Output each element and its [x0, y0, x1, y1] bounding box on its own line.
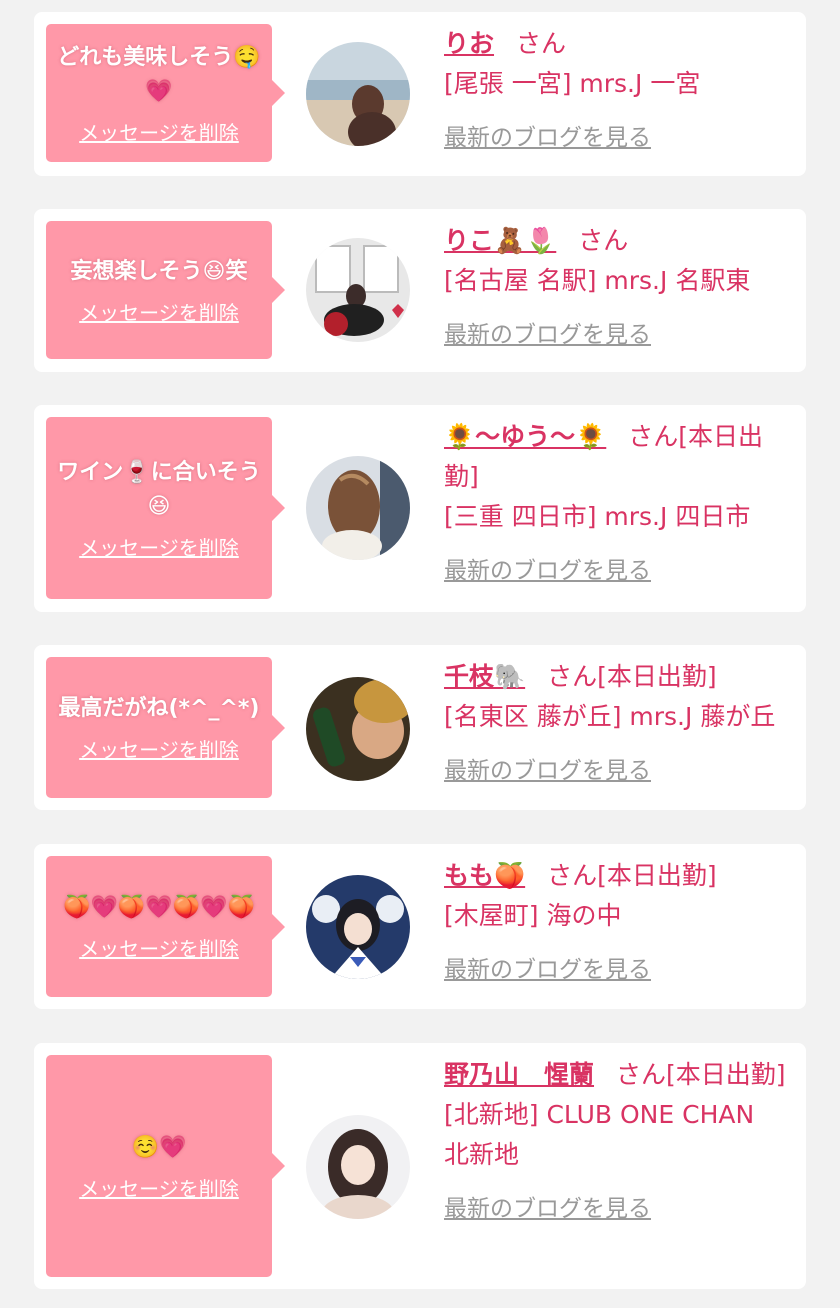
honorific: さん[本日出勤] — [547, 662, 717, 691]
favorite-card: 🍑💗🍑💗🍑💗🍑 メッセージを削除 もも🍑 さん[本日出勤] [木屋町] 海の中 最… — [34, 844, 806, 1009]
store-text: [名古屋 名駅] mrs.J 名駅東 — [444, 266, 751, 295]
avatar-photo — [306, 875, 410, 979]
message-bubble: 最高だがね(*^_^*) メッセージを削除 — [46, 657, 285, 798]
favorite-list: どれも美味しそう🤤💗 メッセージを削除 りお さん [尾張 一宮] mrs.J 一… — [0, 0, 840, 1308]
honorific: さん — [578, 226, 629, 255]
message-bubble: ☺️💗 メッセージを削除 — [46, 1055, 285, 1277]
cast-name-link[interactable]: 🌻〜ゆう〜🌻 — [444, 422, 606, 451]
cast-name-link[interactable]: 野乃山 惺蘭 — [444, 1060, 594, 1089]
cast-info: 野乃山 惺蘭 さん[本日出勤] [北新地] CLUB ONE CHAN 北新地 最… — [444, 1055, 794, 1223]
store-text: [木屋町] 海の中 — [444, 901, 622, 930]
cast-info: りこ🧸🌷 さん [名古屋 名駅] mrs.J 名駅東 最新のブログを見る — [444, 221, 794, 349]
message-text: 妄想楽しそう😆笑 — [70, 258, 248, 284]
message-text: ☺️💗 — [131, 1134, 187, 1160]
avatar[interactable] — [306, 456, 410, 560]
message-text: 最高だがね(*^_^*) — [58, 696, 260, 721]
latest-blog-link[interactable]: 最新のブログを見る — [444, 315, 651, 349]
avatar[interactable] — [306, 677, 410, 781]
message-text: 🍑💗🍑💗🍑💗🍑 — [63, 895, 255, 920]
message-bubble: ワイン🍷に合いそう😆 メッセージを削除 — [46, 417, 285, 599]
store-text: [尾張 一宮] mrs.J 一宮 — [444, 69, 701, 98]
delete-message-link[interactable]: メッセージを削除 — [79, 117, 239, 146]
message-text: どれも美味しそう🤤💗 — [57, 44, 261, 104]
avatar-photo — [306, 1115, 410, 1219]
cast-name-link[interactable]: りお — [444, 29, 494, 58]
store-text: [北新地] CLUB ONE CHAN 北新地 — [444, 1100, 780, 1169]
message-bubble: 妄想楽しそう😆笑 メッセージを削除 — [46, 221, 285, 359]
cast-name-link[interactable]: りこ🧸🌷 — [444, 226, 556, 255]
message-bubble: 🍑💗🍑💗🍑💗🍑 メッセージを削除 — [46, 856, 285, 997]
honorific: さん[本日出勤] — [547, 861, 717, 890]
cast-info: りお さん [尾張 一宮] mrs.J 一宮 最新のブログを見る — [444, 24, 794, 152]
message-bubble: どれも美味しそう🤤💗 メッセージを削除 — [46, 24, 285, 162]
latest-blog-link[interactable]: 最新のブログを見る — [444, 751, 651, 785]
store-text: [三重 四日市] mrs.J 四日市 — [444, 502, 751, 531]
latest-blog-link[interactable]: 最新のブログを見る — [444, 950, 651, 984]
delete-message-link[interactable]: メッセージを削除 — [79, 933, 239, 962]
avatar[interactable] — [306, 1115, 410, 1219]
favorite-card: 妄想楽しそう😆笑 メッセージを削除 りこ🧸🌷 さん [名古屋 名駅] mrs.J … — [34, 209, 806, 372]
avatar-photo — [306, 42, 410, 146]
favorite-card: 最高だがね(*^_^*) メッセージを削除 千枝🐘 さん[本日出勤] [名東区 藤… — [34, 645, 806, 810]
honorific: さん[本日出勤] — [616, 1060, 786, 1089]
cast-name-link[interactable]: 千枝🐘 — [444, 662, 525, 691]
avatar-photo — [306, 677, 410, 781]
favorite-card: ワイン🍷に合いそう😆 メッセージを削除 🌻〜ゆう〜🌻 さん[本日出勤] [三重 四… — [34, 405, 806, 612]
cast-name-link[interactable]: もも🍑 — [444, 861, 525, 890]
latest-blog-link[interactable]: 最新のブログを見る — [444, 551, 651, 585]
latest-blog-link[interactable]: 最新のブログを見る — [444, 118, 651, 152]
delete-message-link[interactable]: メッセージを削除 — [79, 1173, 239, 1202]
favorite-card: どれも美味しそう🤤💗 メッセージを削除 りお さん [尾張 一宮] mrs.J 一… — [34, 12, 806, 176]
avatar-photo — [306, 456, 410, 560]
favorite-card: ☺️💗 メッセージを削除 野乃山 惺蘭 さん[本日出勤] [北新地] CLUB O… — [34, 1043, 806, 1289]
delete-message-link[interactable]: メッセージを削除 — [79, 734, 239, 763]
avatar[interactable] — [306, 42, 410, 146]
delete-message-link[interactable]: メッセージを削除 — [79, 532, 239, 561]
avatar-photo — [306, 238, 410, 342]
store-text: [名東区 藤が丘] mrs.J 藤が丘 — [444, 702, 776, 731]
cast-info: 千枝🐘 さん[本日出勤] [名東区 藤が丘] mrs.J 藤が丘 最新のブログを見… — [444, 657, 794, 785]
avatar[interactable] — [306, 875, 410, 979]
delete-message-link[interactable]: メッセージを削除 — [79, 297, 239, 326]
avatar[interactable] — [306, 238, 410, 342]
honorific: さん — [516, 29, 567, 58]
latest-blog-link[interactable]: 最新のブログを見る — [444, 1189, 651, 1223]
cast-info: 🌻〜ゆう〜🌻 さん[本日出勤] [三重 四日市] mrs.J 四日市 最新のブログ… — [444, 417, 794, 585]
message-text: ワイン🍷に合いそう😆 — [57, 459, 261, 519]
cast-info: もも🍑 さん[本日出勤] [木屋町] 海の中 最新のブログを見る — [444, 856, 794, 984]
